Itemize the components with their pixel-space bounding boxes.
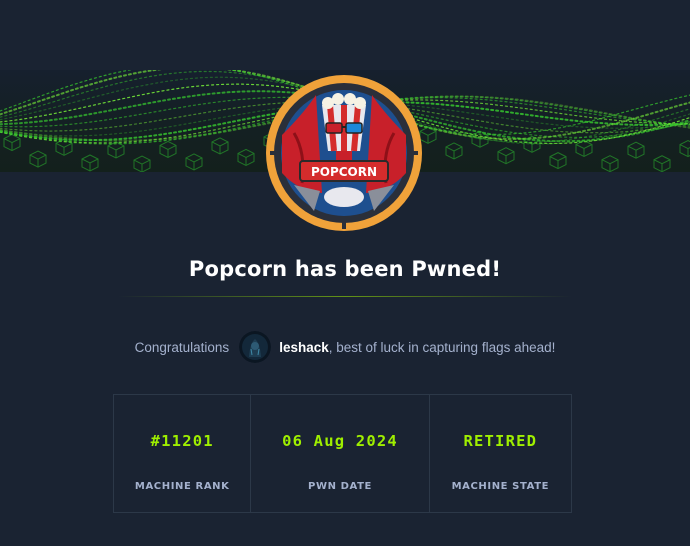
- congrats-message: Congratulations leshack , best of luck i…: [0, 330, 690, 364]
- machine-rank-label: MACHINE RANK: [134, 481, 230, 492]
- stat-machine-rank: #11201 MACHINE RANK: [114, 395, 252, 512]
- congrats-prefix: Congratulations: [134, 339, 230, 355]
- machine-state-value: RETIRED: [463, 432, 538, 450]
- stat-machine-state: RETIRED MACHINE STATE: [430, 395, 571, 512]
- stats-panel: #11201 MACHINE RANK 06 Aug 2024 PWN DATE…: [113, 394, 572, 513]
- machine-state-label: MACHINE STATE: [451, 481, 550, 492]
- username-link[interactable]: leshack: [279, 340, 329, 355]
- pwn-date-label: PWN DATE: [308, 481, 372, 492]
- title-divider: [118, 296, 572, 297]
- congrats-suffix: , best of luck in capturing flags ahead!: [328, 339, 556, 355]
- machine-badge-icon: POPCORN: [264, 73, 424, 233]
- stat-pwn-date: 06 Aug 2024 PWN DATE: [251, 395, 430, 512]
- user-avatar-icon[interactable]: [239, 331, 272, 363]
- pwned-card: POPCORN Popcorn has been Pwned! Congratu…: [0, 0, 690, 546]
- page-title: Popcorn has been Pwned!: [188, 257, 502, 281]
- badge-logo-text: POPCORN: [311, 165, 377, 179]
- pwn-date-value: 06 Aug 2024: [282, 432, 398, 450]
- machine-rank-value: #11201: [150, 432, 214, 450]
